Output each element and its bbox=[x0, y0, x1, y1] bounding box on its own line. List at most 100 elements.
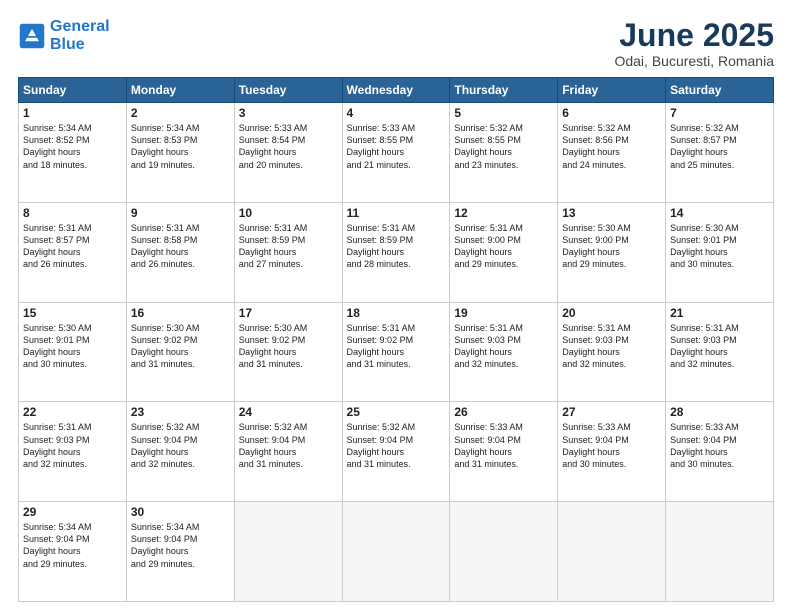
day-number: 21 bbox=[670, 306, 769, 320]
day-info: Sunrise: 5:34 AMSunset: 9:04 PMDaylight … bbox=[131, 521, 230, 570]
calendar-cell-w5d4 bbox=[342, 502, 450, 602]
day-number: 25 bbox=[347, 405, 446, 419]
day-number: 20 bbox=[562, 306, 661, 320]
day-info: Sunrise: 5:32 AMSunset: 8:55 PMDaylight … bbox=[454, 122, 553, 171]
calendar-header-thursday: Thursday bbox=[450, 78, 558, 103]
calendar-week-5: 29 Sunrise: 5:34 AMSunset: 9:04 PMDayligh… bbox=[19, 502, 774, 602]
day-number: 5 bbox=[454, 106, 553, 120]
calendar-cell-w5d2: 30 Sunrise: 5:34 AMSunset: 9:04 PMDayligh… bbox=[126, 502, 234, 602]
day-number: 1 bbox=[23, 106, 122, 120]
calendar-header-saturday: Saturday bbox=[666, 78, 774, 103]
day-info: Sunrise: 5:31 AMSunset: 8:57 PMDaylight … bbox=[23, 222, 122, 271]
calendar-cell-w4d1: 22 Sunrise: 5:31 AMSunset: 9:03 PMDayligh… bbox=[19, 402, 127, 502]
calendar-cell-w5d7 bbox=[666, 502, 774, 602]
calendar-cell-w3d6: 20 Sunrise: 5:31 AMSunset: 9:03 PMDayligh… bbox=[558, 302, 666, 402]
calendar-cell-w2d7: 14Sunrise: 5:30 AMSunset: 9:01 PMDayligh… bbox=[666, 202, 774, 302]
day-number: 17 bbox=[239, 306, 338, 320]
main-title: June 2025 bbox=[614, 18, 774, 53]
day-number: 24 bbox=[239, 405, 338, 419]
calendar-cell-w2d4: 11 Sunrise: 5:31 AMSunset: 8:59 PMDayligh… bbox=[342, 202, 450, 302]
calendar-cell-w2d6: 13Sunrise: 5:30 AMSunset: 9:00 PMDayligh… bbox=[558, 202, 666, 302]
day-info: Sunrise: 5:30 AMSunset: 9:02 PMDaylight … bbox=[131, 322, 230, 371]
day-number: 29 bbox=[23, 505, 122, 519]
calendar-cell-w3d3: 17 Sunrise: 5:30 AMSunset: 9:02 PMDayligh… bbox=[234, 302, 342, 402]
day-number: 3 bbox=[239, 106, 338, 120]
calendar-header-sunday: Sunday bbox=[19, 78, 127, 103]
day-info: Sunrise: 5:31 AMSunset: 9:03 PMDaylight … bbox=[562, 322, 661, 371]
calendar-cell-w3d5: 19 Sunrise: 5:31 AMSunset: 9:03 PMDayligh… bbox=[450, 302, 558, 402]
calendar-cell-w1d5: 5 Sunrise: 5:32 AMSunset: 8:55 PMDaylight… bbox=[450, 103, 558, 203]
day-number: 12 bbox=[454, 206, 553, 220]
logo-icon bbox=[18, 22, 46, 50]
calendar-header-friday: Friday bbox=[558, 78, 666, 103]
day-number: 2 bbox=[131, 106, 230, 120]
calendar-cell-w4d6: 27 Sunrise: 5:33 AMSunset: 9:04 PMDayligh… bbox=[558, 402, 666, 502]
calendar-cell-w3d2: 16Sunrise: 5:30 AMSunset: 9:02 PMDayligh… bbox=[126, 302, 234, 402]
calendar-cell-w4d3: 24Sunrise: 5:32 AMSunset: 9:04 PMDayligh… bbox=[234, 402, 342, 502]
day-number: 18 bbox=[347, 306, 446, 320]
day-number: 26 bbox=[454, 405, 553, 419]
calendar-cell-w2d3: 10 Sunrise: 5:31 AMSunset: 8:59 PMDayligh… bbox=[234, 202, 342, 302]
calendar-cell-w5d1: 29Sunrise: 5:34 AMSunset: 9:04 PMDayligh… bbox=[19, 502, 127, 602]
logo-general: General bbox=[50, 18, 110, 35]
calendar-cell-w4d5: 26 Sunrise: 5:33 AMSunset: 9:04 PMDayligh… bbox=[450, 402, 558, 502]
day-number: 28 bbox=[670, 405, 769, 419]
day-info: Sunrise: 5:30 AMSunset: 9:00 PMDaylight … bbox=[562, 222, 661, 271]
day-number: 11 bbox=[347, 206, 446, 220]
day-number: 9 bbox=[131, 206, 230, 220]
calendar-week-4: 22 Sunrise: 5:31 AMSunset: 9:03 PMDayligh… bbox=[19, 402, 774, 502]
calendar-cell-w1d3: 3Sunrise: 5:33 AMSunset: 8:54 PMDaylight… bbox=[234, 103, 342, 203]
day-number: 4 bbox=[347, 106, 446, 120]
calendar-cell-w2d5: 12 Sunrise: 5:31 AMSunset: 9:00 PMDayligh… bbox=[450, 202, 558, 302]
page: General Blue June 2025 Odai, Bucuresti, … bbox=[0, 0, 792, 612]
day-info: Sunrise: 5:32 AMSunset: 8:56 PMDaylight … bbox=[562, 122, 661, 171]
calendar-table: SundayMondayTuesdayWednesdayThursdayFrid… bbox=[18, 77, 774, 602]
logo-text: General Blue bbox=[50, 18, 110, 53]
day-info: Sunrise: 5:31 AMSunset: 9:00 PMDaylight … bbox=[454, 222, 553, 271]
day-number: 27 bbox=[562, 405, 661, 419]
calendar-cell-w1d1: 1Sunrise: 5:34 AMSunset: 8:52 PMDaylight… bbox=[19, 103, 127, 203]
calendar-cell-w2d1: 8 Sunrise: 5:31 AMSunset: 8:57 PMDaylight… bbox=[19, 202, 127, 302]
calendar-cell-w5d5 bbox=[450, 502, 558, 602]
day-info: Sunrise: 5:31 AMSunset: 9:03 PMDaylight … bbox=[454, 322, 553, 371]
day-info: Sunrise: 5:33 AMSunset: 9:04 PMDaylight … bbox=[454, 421, 553, 470]
day-info: Sunrise: 5:32 AMSunset: 9:04 PMDaylight … bbox=[131, 421, 230, 470]
day-info: Sunrise: 5:31 AMSunset: 8:59 PMDaylight … bbox=[347, 222, 446, 271]
day-info: Sunrise: 5:32 AMSunset: 9:04 PMDaylight … bbox=[347, 421, 446, 470]
calendar-cell-w3d4: 18 Sunrise: 5:31 AMSunset: 9:02 PMDayligh… bbox=[342, 302, 450, 402]
day-info: Sunrise: 5:31 AMSunset: 8:58 PMDaylight … bbox=[131, 222, 230, 271]
day-number: 7 bbox=[670, 106, 769, 120]
calendar-week-1: 1Sunrise: 5:34 AMSunset: 8:52 PMDaylight… bbox=[19, 103, 774, 203]
calendar-cell-w5d6 bbox=[558, 502, 666, 602]
day-info: Sunrise: 5:32 AMSunset: 8:57 PMDaylight … bbox=[670, 122, 769, 171]
calendar-cell-w1d7: 7 Sunrise: 5:32 AMSunset: 8:57 PMDaylight… bbox=[666, 103, 774, 203]
calendar-cell-w4d4: 25 Sunrise: 5:32 AMSunset: 9:04 PMDayligh… bbox=[342, 402, 450, 502]
title-block: June 2025 Odai, Bucuresti, Romania bbox=[614, 18, 774, 69]
logo-blue: Blue bbox=[50, 36, 85, 53]
day-info: Sunrise: 5:30 AMSunset: 9:01 PMDaylight … bbox=[23, 322, 122, 371]
day-number: 8 bbox=[23, 206, 122, 220]
day-number: 19 bbox=[454, 306, 553, 320]
day-number: 10 bbox=[239, 206, 338, 220]
calendar-cell-w1d2: 2Sunrise: 5:34 AMSunset: 8:53 PMDaylight… bbox=[126, 103, 234, 203]
day-number: 22 bbox=[23, 405, 122, 419]
day-number: 6 bbox=[562, 106, 661, 120]
day-info: Sunrise: 5:31 AMSunset: 9:03 PMDaylight … bbox=[670, 322, 769, 371]
day-info: Sunrise: 5:33 AMSunset: 9:04 PMDaylight … bbox=[562, 421, 661, 470]
calendar-cell-w5d3 bbox=[234, 502, 342, 602]
calendar-cell-w1d6: 6 Sunrise: 5:32 AMSunset: 8:56 PMDaylight… bbox=[558, 103, 666, 203]
calendar-cell-w4d2: 23 Sunrise: 5:32 AMSunset: 9:04 PMDayligh… bbox=[126, 402, 234, 502]
day-info: Sunrise: 5:33 AMSunset: 9:04 PMDaylight … bbox=[670, 421, 769, 470]
day-number: 30 bbox=[131, 505, 230, 519]
day-number: 23 bbox=[131, 405, 230, 419]
calendar-header-wednesday: Wednesday bbox=[342, 78, 450, 103]
header: General Blue June 2025 Odai, Bucuresti, … bbox=[18, 18, 774, 69]
day-number: 15 bbox=[23, 306, 122, 320]
day-info: Sunrise: 5:31 AMSunset: 9:03 PMDaylight … bbox=[23, 421, 122, 470]
subtitle: Odai, Bucuresti, Romania bbox=[614, 53, 774, 69]
calendar-cell-w3d7: 21 Sunrise: 5:31 AMSunset: 9:03 PMDayligh… bbox=[666, 302, 774, 402]
day-info: Sunrise: 5:30 AMSunset: 9:02 PMDaylight … bbox=[239, 322, 338, 371]
day-info: Sunrise: 5:31 AMSunset: 8:59 PMDaylight … bbox=[239, 222, 338, 271]
calendar-header-monday: Monday bbox=[126, 78, 234, 103]
day-info: Sunrise: 5:31 AMSunset: 9:02 PMDaylight … bbox=[347, 322, 446, 371]
